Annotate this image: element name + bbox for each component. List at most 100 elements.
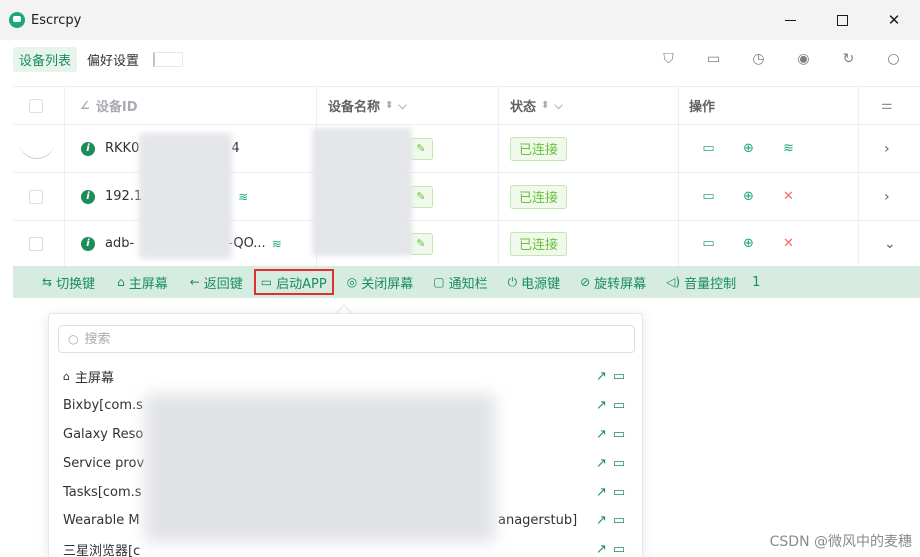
header-actions-label: 操作 <box>689 100 716 115</box>
row-checkbox[interactable] <box>29 189 43 204</box>
open-external-icon[interactable]: ↗ <box>596 513 607 528</box>
home-label: 主屏幕 <box>128 276 168 292</box>
edit-icon: ✎ <box>416 142 426 155</box>
refresh-icon[interactable]: ↻ <box>826 51 871 67</box>
home-button[interactable]: ⌂ 主屏幕 <box>112 269 173 295</box>
header-status-label: 状态 <box>510 100 537 115</box>
status-cell: 已连接 <box>499 125 679 172</box>
mirror-icon[interactable]: ▭ <box>613 398 625 413</box>
launch-app-label: 启动APP <box>276 276 327 292</box>
wifi-icon[interactable]: ≋ <box>781 141 796 156</box>
open-external-icon[interactable]: ↗ <box>596 456 607 471</box>
search-icon: ○ <box>68 332 79 346</box>
app-search-box: ○ <box>58 325 635 353</box>
add-icon[interactable]: ⊕ <box>741 141 756 156</box>
mirror-icon[interactable]: ▭ <box>613 513 625 528</box>
volume-button[interactable]: ◁) 音量控制 <box>661 269 741 295</box>
app-item-actions: ↗ ▭ <box>596 427 631 442</box>
app-logo-icon <box>9 12 25 28</box>
switch-key-label: 切换键 <box>56 276 96 292</box>
app-search-input[interactable] <box>84 331 605 347</box>
window-title: Escrcpy <box>31 12 82 28</box>
row-checkbox[interactable] <box>19 139 55 159</box>
actions-cell: ▭ ⊕ ✕ <box>679 173 859 220</box>
open-external-icon[interactable]: ↗ <box>596 398 607 413</box>
chevron-down-icon[interactable]: ⌵ <box>398 99 406 113</box>
screen-off-button[interactable]: ◎ 关闭屏幕 <box>342 269 419 295</box>
power-icon: ⏻ <box>507 274 518 289</box>
row-checkbox[interactable] <box>29 236 43 251</box>
mirror-icon[interactable]: ▭ <box>701 236 716 251</box>
open-external-icon[interactable]: ↗ <box>596 369 607 384</box>
mirror-icon[interactable]: ▭ <box>701 141 716 156</box>
power-button[interactable]: ⏻ 电源键 <box>503 269 566 295</box>
edit-name-button[interactable]: ✎ <box>409 137 433 160</box>
history-icon[interactable]: ◷ <box>736 51 781 67</box>
disconnect-icon[interactable]: ✕ <box>781 189 796 204</box>
edit-icon: ✎ <box>416 237 426 250</box>
app-list-item[interactable]: ⌂ 主屏幕 ↗ ▭ <box>49 362 642 391</box>
app-name: Service prov <box>63 456 145 471</box>
minimize-button[interactable] <box>764 0 816 40</box>
open-external-icon[interactable]: ↗ <box>596 542 607 557</box>
disconnect-icon[interactable]: ✕ <box>781 236 796 251</box>
mirror-icon[interactable]: ▭ <box>613 427 625 442</box>
mirror-icon[interactable]: ▭ <box>613 369 625 384</box>
tab-preferences[interactable]: 偏好设置 <box>81 47 145 72</box>
search-icon[interactable]: ○ <box>871 51 916 67</box>
notification-button[interactable]: ▢ 通知栏 <box>428 269 492 295</box>
window-controls: ✕ <box>764 0 920 40</box>
actions-cell: ▭ ⊕ ✕ <box>679 221 859 266</box>
device-control-bar: ⇆ 切换键 ⌂ 主屏幕 ← 返回键 ▭ 启动APP ◎ 关闭屏幕 ▢ 通知栏 ⏻ 电源键 ⊘ 旋… <box>13 266 920 298</box>
switch-icon: ⇆ <box>42 275 53 289</box>
sort-icon[interactable]: ⬍ <box>541 100 549 111</box>
device-id: RKK0 <box>105 141 140 156</box>
rotate-button[interactable]: ⊘ 旋转屏幕 <box>575 269 651 295</box>
actions-cell: ▭ ⊕ ≋ <box>679 125 859 172</box>
app-icon: ▭ <box>260 275 273 289</box>
add-icon[interactable]: ⊕ <box>741 189 756 204</box>
screen-cast-icon[interactable]: ▭ <box>691 51 736 67</box>
app-name: 三星浏览器[c <box>63 544 141 557</box>
edit-name-button[interactable]: ✎ <box>409 185 433 208</box>
chevron-right-icon[interactable]: › <box>884 189 890 205</box>
screen-off-label: 关闭屏幕 <box>361 276 414 292</box>
edit-icon: ✎ <box>416 190 426 203</box>
more-controls-button[interactable]: 1 <box>747 269 765 295</box>
info-icon[interactable]: i <box>81 141 95 156</box>
maximize-icon <box>836 14 848 26</box>
app-item-actions: ↗ ▭ <box>596 485 631 500</box>
eye-icon[interactable]: ◉ <box>781 51 826 67</box>
chevron-down-icon[interactable]: ⌵ <box>554 99 562 113</box>
info-icon[interactable]: i <box>81 236 95 251</box>
column-settings-icon[interactable]: ⚌ <box>881 98 893 113</box>
open-external-icon[interactable]: ↗ <box>596 427 607 442</box>
sort-icon[interactable]: ⬍ <box>385 100 393 111</box>
more-label: 1 <box>752 274 761 290</box>
close-button[interactable]: ✕ <box>868 0 920 40</box>
mirror-icon[interactable]: ▭ <box>613 456 625 471</box>
launch-app-button[interactable]: ▭ 启动APP <box>253 269 334 295</box>
back-button[interactable]: ← 返回键 <box>185 269 248 295</box>
expand-cell: ⌄ <box>859 221 920 266</box>
header-status: 状态 ⬍ ⌵ <box>499 87 679 124</box>
maximize-button[interactable] <box>816 0 868 40</box>
tab-device-list[interactable]: 设备列表 <box>13 46 78 72</box>
header-select <box>13 87 65 124</box>
info-icon[interactable]: i <box>81 189 95 204</box>
title-bar: Escrcpy ✕ <box>0 0 920 40</box>
row-select <box>13 221 65 266</box>
chevron-right-icon[interactable]: › <box>884 141 890 157</box>
mirror-icon[interactable]: ▭ <box>701 189 716 204</box>
mirror-icon[interactable]: ▭ <box>613 485 625 500</box>
select-all-checkbox[interactable] <box>29 98 43 113</box>
switch-key-button[interactable]: ⇆ 切换键 <box>37 269 100 295</box>
open-external-icon[interactable]: ↗ <box>596 485 607 500</box>
app-item-actions: ↗ ▭ <box>596 542 631 557</box>
edit-name-button[interactable]: ✎ <box>409 232 433 255</box>
tab-placeholder <box>153 51 184 67</box>
add-icon[interactable]: ⊕ <box>741 236 756 251</box>
chevron-down-icon[interactable]: ⌄ <box>884 236 896 252</box>
mirror-icon[interactable]: ▭ <box>613 542 625 557</box>
device-mirror-icon[interactable]: ⛉ <box>646 51 691 67</box>
